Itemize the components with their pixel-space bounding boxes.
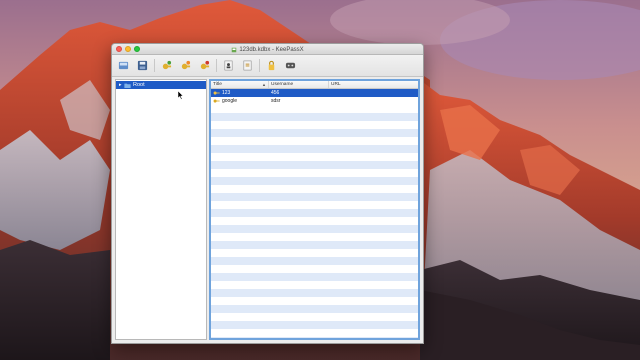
keepassx-window: 123db.kdbx - KeePassX ▸ Root Title ▲ Use… bbox=[111, 43, 424, 344]
folder-icon bbox=[124, 83, 131, 88]
password-generator-button[interactable] bbox=[283, 59, 297, 73]
edit-entry-button[interactable] bbox=[178, 59, 192, 73]
entry-table-header: Title ▲ Username URL bbox=[211, 81, 418, 89]
save-database-icon bbox=[137, 60, 147, 71]
mouse-cursor-icon bbox=[178, 91, 184, 100]
dice-icon bbox=[285, 62, 295, 69]
key-icon bbox=[213, 99, 220, 103]
key-icon bbox=[213, 91, 220, 95]
entry-url-cell bbox=[329, 97, 418, 105]
save-database-button[interactable] bbox=[135, 59, 149, 73]
copy-password-icon bbox=[243, 60, 251, 71]
table-row[interactable]: google sdsr bbox=[211, 97, 418, 105]
group-tree[interactable]: ▸ Root bbox=[115, 79, 207, 340]
copy-username-button[interactable] bbox=[221, 59, 235, 73]
toolbar bbox=[112, 55, 423, 77]
entry-table[interactable]: Title ▲ Username URL 123 456 google sdsr bbox=[209, 79, 420, 340]
group-item-root[interactable]: ▸ Root bbox=[116, 81, 206, 89]
window-title-text: 123db.kdbx - KeePassX bbox=[239, 46, 304, 53]
column-header-title[interactable]: Title ▲ bbox=[211, 81, 269, 88]
delete-entry-button[interactable] bbox=[197, 59, 211, 73]
lock-icon bbox=[268, 60, 274, 71]
entry-title-cell: 123 bbox=[211, 89, 269, 97]
add-entry-icon bbox=[162, 60, 171, 70]
copy-username-icon bbox=[224, 60, 232, 71]
toolbar-separator bbox=[216, 59, 217, 72]
toolbar-separator bbox=[259, 59, 260, 72]
open-database-icon bbox=[118, 61, 128, 70]
group-item-label: Root bbox=[133, 82, 145, 88]
toolbar-separator bbox=[154, 59, 155, 72]
delete-entry-icon bbox=[200, 60, 209, 70]
column-header-username[interactable]: Username bbox=[269, 81, 329, 88]
sort-ascending-icon: ▲ bbox=[262, 82, 266, 87]
database-file-icon bbox=[232, 47, 237, 52]
column-header-url[interactable]: URL bbox=[329, 81, 418, 88]
add-entry-button[interactable] bbox=[159, 59, 173, 73]
edit-entry-icon bbox=[181, 60, 190, 70]
window-title: 123db.kdbx - KeePassX bbox=[112, 44, 423, 55]
table-row[interactable]: 123 456 bbox=[211, 89, 418, 97]
entry-username-cell: 456 bbox=[271, 90, 280, 96]
entry-username-cell: sdsr bbox=[271, 98, 281, 104]
main-content: ▸ Root Title ▲ Username URL 123 456 goog… bbox=[115, 79, 420, 340]
entry-url-cell bbox=[329, 89, 418, 97]
entry-title-cell: google bbox=[211, 97, 269, 105]
copy-password-button[interactable] bbox=[240, 59, 254, 73]
lock-database-button[interactable] bbox=[264, 59, 278, 73]
open-database-button[interactable] bbox=[116, 59, 130, 73]
title-bar[interactable]: 123db.kdbx - KeePassX bbox=[112, 44, 423, 55]
